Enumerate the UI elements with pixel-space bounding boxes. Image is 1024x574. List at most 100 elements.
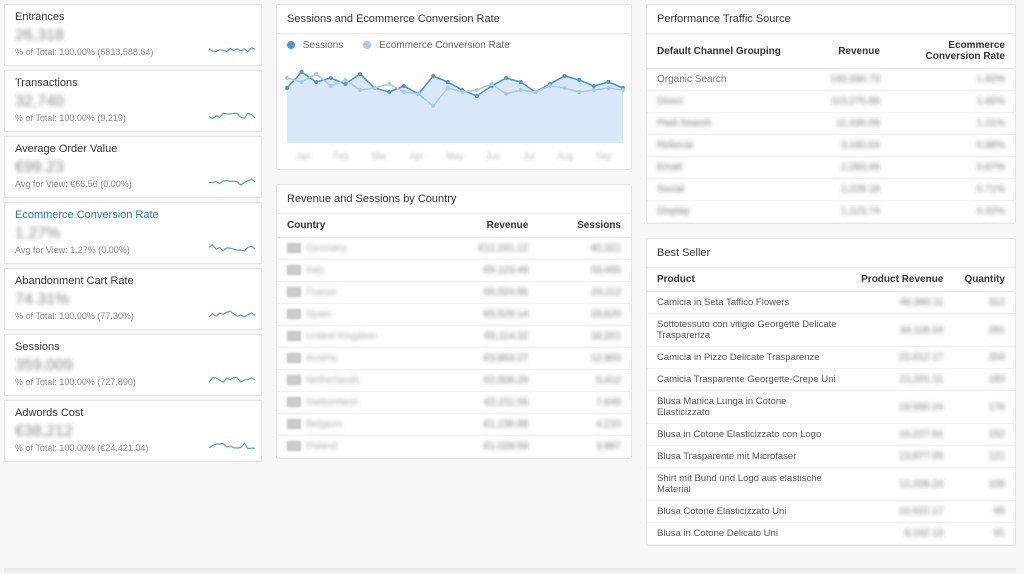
legend-ecr: Ecommerce Conversion Rate [363, 40, 509, 51]
table-row[interactable]: Blusa Trasparente mit Microfaser13,877.0… [647, 446, 1015, 468]
metric-card[interactable]: Average Order Value€99.23Avg for View: €… [4, 136, 262, 198]
table-row[interactable]: Poland€1,028.593,987 [277, 436, 631, 458]
legend-sessions: Sessions [287, 40, 343, 51]
sessions-cell: 7,645 [538, 392, 631, 414]
sparkline-icon [209, 437, 255, 455]
xaxis-label: May [446, 151, 463, 161]
table-row[interactable]: Paid Search11,430.091.21% [647, 113, 1015, 135]
metric-title[interactable]: Average Order Value [15, 143, 251, 155]
sparkline-icon [209, 305, 255, 323]
quantity-cell: 176 [953, 391, 1015, 424]
table-row[interactable]: Camicia in Pizzo Delicate Trasparenze22,… [647, 347, 1015, 369]
country-cell: France [277, 282, 437, 304]
country-cell: Switzerland [277, 392, 437, 414]
sessions-cell: 33,455 [538, 260, 631, 282]
metric-title[interactable]: Sessions [15, 341, 251, 353]
xaxis-label: Feb [333, 151, 349, 161]
quantity-cell: 81 [953, 523, 1015, 545]
table-row[interactable]: Belgium€1,136.884,210 [277, 414, 631, 436]
table-row[interactable]: Austria€3,853.2712,903 [277, 348, 631, 370]
col-channel[interactable]: Default Channel Grouping [647, 34, 794, 69]
metric-card[interactable]: Adwords Cost€38,212% of Total: 100.00% (… [4, 400, 262, 462]
channel-cell: Direct [647, 91, 794, 113]
table-row[interactable]: Blusa in Cotone Delicato Uni8,162.1981 [647, 523, 1015, 545]
metric-card[interactable]: Sessions359,009% of Total: 100.00% (727,… [4, 334, 262, 396]
best-seller-card: Best Seller Product Product Revenue Quan… [646, 238, 1016, 546]
line-chart [283, 55, 627, 145]
table-row[interactable]: Switzerland€2,211.567,645 [277, 392, 631, 414]
channel-cell: Social [647, 179, 794, 201]
revenue-cell: €12,161.12 [437, 238, 539, 260]
sessions-cell: 18,201 [538, 326, 631, 348]
table-row[interactable]: Camicia in Seta Taffico Flowers46,360.11… [647, 292, 1015, 314]
table-row[interactable]: Camicia Trasparente Georgette-Crepe Uni2… [647, 369, 1015, 391]
metric-title[interactable]: Entrances [15, 11, 251, 23]
panel-title: Revenue and Sessions by Country [277, 185, 631, 214]
table-row[interactable]: Display1,123.740.42% [647, 201, 1015, 223]
metric-title[interactable]: Adwords Cost [15, 407, 251, 419]
quantity-cell: 312 [953, 292, 1015, 314]
table-row[interactable]: Italy€9,123.4933,455 [277, 260, 631, 282]
ecr-cell: 0.87% [890, 157, 1015, 179]
ecr-cell: 1.92% [890, 69, 1015, 91]
col-country[interactable]: Country [277, 214, 437, 238]
panel-title: Performance Traffic Source [647, 5, 1015, 34]
flag-icon [287, 419, 301, 429]
table-row[interactable]: Blusa Cotone Elasticizzato Uni10,622.179… [647, 501, 1015, 523]
sessions-cell: 24,112 [538, 282, 631, 304]
table-row[interactable]: Referral3,160.040.98% [647, 135, 1015, 157]
table-row[interactable]: Sottotessuto con vitigio Georgette Delic… [647, 314, 1015, 347]
col-revenue[interactable]: Revenue [794, 34, 890, 69]
quantity-cell: 121 [953, 446, 1015, 468]
flag-icon [287, 331, 301, 341]
revenue-cell: €3,853.27 [437, 348, 539, 370]
table-row[interactable]: United Kingdom€5,114.3218,201 [277, 326, 631, 348]
col-product-revenue[interactable]: Product Revenue [849, 268, 953, 292]
product-cell: Shirt mit Bund und Logo aus elastische M… [647, 468, 849, 501]
footer-shadow [4, 568, 1016, 574]
sessions-cell: 40,321 [538, 238, 631, 260]
table-row[interactable]: Email2,283.490.87% [647, 157, 1015, 179]
product-revenue-cell: 22,612.17 [849, 347, 953, 369]
metric-title[interactable]: Ecommerce Conversion Rate [15, 209, 251, 221]
table-row[interactable]: Germany€12,161.1240,321 [277, 238, 631, 260]
col-ecr[interactable]: Ecommerce Conversion Rate [890, 34, 1015, 69]
table-row[interactable]: Shirt mit Bund und Logo aus elastische M… [647, 468, 1015, 501]
table-row[interactable]: France€6,524.9624,112 [277, 282, 631, 304]
table-row[interactable]: Netherlands€2,508.299,412 [277, 370, 631, 392]
table-row[interactable]: Blusa in Cotone Elasticizzato con Logo16… [647, 424, 1015, 446]
sessions-cell: 4,210 [538, 414, 631, 436]
table-row[interactable]: Direct113,275.891.65% [647, 91, 1015, 113]
xaxis-label: Jun [486, 151, 501, 161]
sessions-ecr-chart-card: Sessions and Ecommerce Conversion Rate S… [276, 4, 632, 170]
middle-column: Sessions and Ecommerce Conversion Rate S… [276, 4, 632, 546]
table-row[interactable]: Spain€5,529.1419,820 [277, 304, 631, 326]
col-product[interactable]: Product [647, 268, 849, 292]
col-sessions[interactable]: Sessions [538, 214, 631, 238]
table-row[interactable]: Blusa Manica Lunga in Cotone Elasticizza… [647, 391, 1015, 424]
quantity-cell: 95 [953, 501, 1015, 523]
channel-cell: Email [647, 157, 794, 179]
right-column: Performance Traffic Source Default Chann… [646, 4, 1016, 546]
metric-title[interactable]: Transactions [15, 77, 251, 89]
flag-icon [287, 243, 301, 253]
col-revenue[interactable]: Revenue [437, 214, 539, 238]
legend-label: Ecommerce Conversion Rate [379, 40, 510, 51]
flag-icon [287, 265, 301, 275]
col-quantity[interactable]: Quantity [953, 268, 1015, 292]
chart-area[interactable] [277, 51, 631, 151]
revenue-cell: 1,123.74 [794, 201, 890, 223]
table-row[interactable]: Social2,228.180.71% [647, 179, 1015, 201]
revenue-cell: €1,028.59 [437, 436, 539, 458]
table-row[interactable]: Organic Search140,330.731.92% [647, 69, 1015, 91]
quantity-cell: 281 [953, 314, 1015, 347]
metric-card[interactable]: Abandonment Cart Rate74.31%% of Total: 1… [4, 268, 262, 330]
country-cell: Spain [277, 304, 437, 326]
revenue-cell: 11,430.09 [794, 113, 890, 135]
metric-card[interactable]: Ecommerce Conversion Rate1.27%Avg for Vi… [4, 202, 262, 264]
revenue-cell: €1,136.88 [437, 414, 539, 436]
metric-card[interactable]: Entrances26,318% of Total: 100.00% (6813… [4, 4, 262, 66]
metric-title[interactable]: Abandonment Cart Rate [15, 275, 251, 287]
flag-icon [287, 287, 301, 297]
metric-card[interactable]: Transactions32,740% of Total: 100.00% (9… [4, 70, 262, 132]
